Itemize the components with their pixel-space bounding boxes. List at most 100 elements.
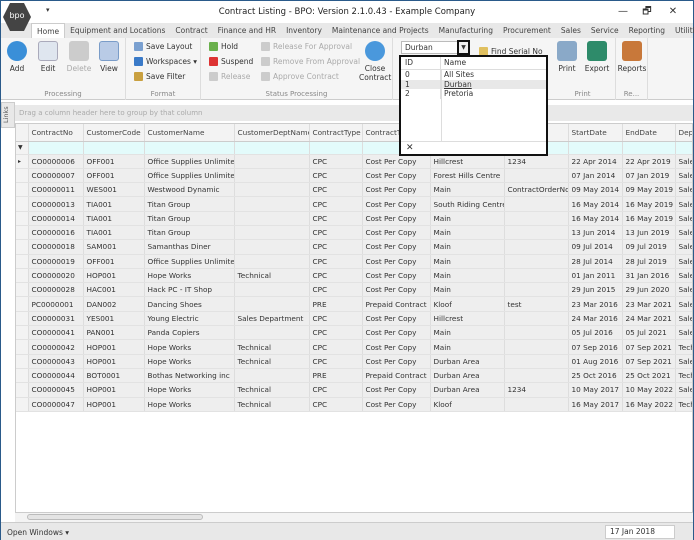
table-cell: Main (430, 339, 505, 355)
suspend-button[interactable]: Suspend (209, 57, 253, 66)
filter-cell[interactable] (234, 141, 310, 155)
tab-contract[interactable]: Contract (170, 23, 212, 38)
column-header[interactable]: CustomerCode (83, 124, 145, 142)
popup-header-id[interactable]: ID (401, 57, 441, 69)
row-indicator (16, 168, 29, 184)
tab-utilities[interactable]: Utilities (670, 23, 694, 38)
table-row[interactable]: CO0000019 OFF001 Office Supplies Unlimited… (16, 254, 692, 269)
filter-cell[interactable] (622, 141, 676, 155)
release-for-approval-button[interactable]: Release For Approval (261, 42, 352, 51)
table-row[interactable]: CO0000044 BOT0001 Bothas Networking inc PRE… (16, 368, 692, 384)
table-cell: 13 Jun 2014 (568, 225, 623, 241)
table-cell: 07 Jan 2014 (568, 168, 623, 184)
tab-finance-and-hr[interactable]: Finance and HR (213, 23, 281, 38)
table-row[interactable]: CO0000014 TIA001 Titan Group CPC Cost Per Co… (16, 211, 692, 226)
release-label: Release (221, 72, 251, 81)
tab-reporting[interactable]: Reporting (624, 23, 670, 38)
table-cell: Cost Per Copy (362, 397, 431, 412)
column-header[interactable]: ContractNo (28, 124, 84, 142)
quick-access-dropdown[interactable]: ▾ (46, 6, 50, 14)
table-row[interactable]: CO0000031 YES001 Young Electric Sales Depar… (16, 311, 692, 327)
close-contract-button[interactable]: Close Contract (359, 41, 391, 82)
hold-button[interactable]: Hold (209, 42, 238, 51)
approve-contract-button[interactable]: Approve Contract (261, 72, 339, 81)
open-windows-menu[interactable]: Open Windows ▾ (7, 528, 69, 537)
column-header[interactable]: EndDate (622, 124, 676, 142)
filter-cell[interactable] (568, 141, 623, 155)
print-button[interactable]: Print (554, 41, 580, 73)
popup-row[interactable]: 0 All Sites (401, 70, 546, 80)
table-row[interactable]: CO0000018 SAM001 Samanthas Diner CPC Cost Pe… (16, 239, 692, 255)
site-dropdown-button[interactable]: ▼ (457, 40, 470, 55)
column-header[interactable]: CustomerDeptName (234, 124, 310, 142)
table-row[interactable]: CO0000016 TIA001 Titan Group CPC Cost Per Co… (16, 225, 692, 241)
table-row[interactable]: CO0000043 HOP001 Hope Works Technical CPC Cos… (16, 354, 692, 369)
group-by-panel[interactable]: Drag a column header here to group by th… (15, 105, 693, 121)
table-cell: CPC (309, 397, 363, 412)
edit-button[interactable]: Edit (35, 41, 61, 73)
delete-button[interactable]: Delete (65, 41, 93, 73)
table-row[interactable]: CO0000020 HOP001 Hope Works Technical CPC Cos… (16, 268, 692, 284)
tab-inventory[interactable]: Inventory (281, 23, 327, 38)
add-button[interactable]: Add (5, 41, 29, 73)
table-cell: Prepaid Contract (362, 368, 431, 384)
horizontal-scrollbar[interactable] (15, 513, 693, 522)
filter-cell[interactable] (309, 141, 363, 155)
tab-service[interactable]: Service (586, 23, 624, 38)
restore-button[interactable]: 🗗 (635, 4, 659, 20)
save-filter-button[interactable]: Save Filter (134, 72, 185, 81)
export-button[interactable]: Export (582, 41, 612, 73)
tab-home[interactable]: Home (31, 23, 66, 38)
column-header[interactable]: ContractType (309, 124, 363, 142)
table-row[interactable]: CO0000042 HOP001 Hope Works Technical CPC Cos… (16, 339, 692, 355)
remove-from-approval-button[interactable]: Remove From Approval (261, 57, 360, 66)
table-row[interactable]: CO0000007 OFF001 Office Supplies Unlimited… (16, 168, 692, 184)
table-cell (504, 325, 569, 341)
filter-cell[interactable] (83, 141, 145, 155)
table-row[interactable]: PC0000001 DAN002 Dancing Shoes PRE Prepaid C… (16, 296, 692, 312)
filter-cell[interactable] (144, 141, 235, 155)
view-button[interactable]: View (97, 41, 121, 73)
tab-maintenance-and-projects[interactable]: Maintenance and Projects (327, 23, 434, 38)
table-cell: Main (430, 182, 505, 198)
column-header[interactable]: Department (675, 124, 692, 142)
popup-header-name[interactable]: Name (441, 57, 466, 69)
save-layout-button[interactable]: Save Layout (134, 42, 192, 51)
links-panel-tab[interactable]: Links (1, 102, 15, 128)
filter-cell[interactable] (28, 141, 84, 155)
table-cell: Main (430, 254, 505, 269)
column-header[interactable]: CustomerName (144, 124, 235, 142)
table-row[interactable]: CO0000013 TIA001 Titan Group CPC Cost Per Co… (16, 196, 692, 212)
popup-row[interactable]: 2 Pretoria (401, 89, 546, 99)
table-row[interactable]: CO0000041 PAN001 Panda Copiers CPC Cost Per … (16, 325, 692, 341)
table-cell: Panda Copiers (144, 325, 235, 341)
table-row[interactable]: CO0000047 HOP001 Hope Works Technical CPC Cos… (16, 397, 692, 412)
workspaces-button[interactable]: Workspaces ▾ (134, 57, 197, 66)
table-cell: CO0000019 (28, 254, 84, 269)
release-button[interactable]: Release (209, 72, 250, 81)
table-cell (234, 368, 310, 384)
reports-button[interactable]: Reports (617, 41, 647, 73)
table-cell: 23 Mar 2021 (622, 296, 676, 312)
close-button[interactable]: ✕ (661, 4, 685, 20)
table-cell: Hope Works (144, 397, 235, 412)
table-cell: TIA001 (83, 196, 145, 212)
filter-icon[interactable]: ▼ (16, 141, 29, 155)
tab-equipment-and-locations[interactable]: Equipment and Locations (65, 23, 170, 38)
table-row[interactable]: CO0000011 WES001 Westwood Dynamic CPC Cost P… (16, 182, 692, 198)
minimize-button[interactable]: — (611, 4, 635, 20)
table-row[interactable]: CO0000045 HOP001 Hope Works Technical CPC Cos… (16, 382, 692, 398)
tab-procurement[interactable]: Procurement (498, 23, 556, 38)
table-row[interactable]: ▸ CO0000006 OFF001 Office Supplies Unlimite… (16, 154, 692, 169)
filter-cell[interactable] (675, 141, 692, 155)
popup-close-button[interactable]: ✕ (401, 141, 546, 154)
table-cell: WES001 (83, 182, 145, 198)
popup-row[interactable]: 1 Durban (401, 79, 546, 89)
tab-manufacturing[interactable]: Manufacturing (434, 23, 498, 38)
table-row[interactable]: CO0000028 HAC001 Hack PC - IT Shop CPC Cost … (16, 282, 692, 298)
column-header[interactable]: StartDate (568, 124, 623, 142)
scrollbar-thumb[interactable] (27, 514, 203, 520)
date-field[interactable]: 17 Jan 2018 (605, 525, 675, 539)
row-indicator (16, 397, 29, 412)
tab-sales[interactable]: Sales (556, 23, 586, 38)
